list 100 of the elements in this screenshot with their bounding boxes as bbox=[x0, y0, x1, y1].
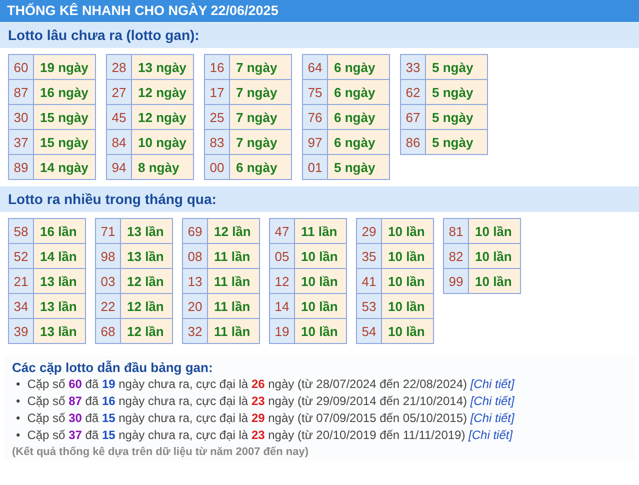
number-cell: 84 bbox=[106, 130, 132, 154]
count-cell: 10 lần bbox=[294, 318, 346, 344]
number-cell: 17 bbox=[204, 80, 230, 104]
details-link[interactable]: [Chi tiết] bbox=[470, 411, 514, 425]
number-cell: 86 bbox=[400, 130, 426, 154]
details-link[interactable]: [Chi tiết] bbox=[470, 377, 514, 391]
number-cell: 28 bbox=[106, 54, 132, 80]
count-cell: 12 ngày bbox=[132, 104, 194, 130]
number-cell: 47 bbox=[270, 218, 294, 244]
count-cell: 7 ngày bbox=[230, 80, 292, 104]
details-link[interactable]: [Chi tiết] bbox=[468, 428, 513, 442]
count-cell: 13 lần bbox=[34, 268, 86, 294]
number-cell: 68 bbox=[96, 318, 120, 344]
bullet: • bbox=[16, 376, 20, 393]
number-cell: 32 bbox=[182, 318, 208, 344]
number-cell: 16 bbox=[204, 54, 230, 80]
count-cell: 13 lần bbox=[120, 218, 172, 244]
number-cell: 45 bbox=[106, 104, 132, 130]
count-cell: 11 lần bbox=[208, 244, 260, 268]
leader-item: Cặp số 60 đã 19 ngày chưa ra, cực đại là 26 ngày (từ 28/07/2024 đến 22/08/2024) [Chi tiết] bbox=[27, 376, 514, 393]
count-cell: 12 lần bbox=[120, 318, 172, 344]
number-cell: 41 bbox=[356, 268, 382, 294]
count-cell: 6 ngày bbox=[328, 130, 390, 154]
leaders-heading: Các cặp lotto dẫn đầu bảng gan: bbox=[12, 360, 214, 375]
count-cell: 5 ngày bbox=[328, 154, 390, 180]
number-cell: 13 bbox=[182, 268, 208, 294]
count-cell: 5 ngày bbox=[426, 80, 488, 104]
count-cell: 19 ngày bbox=[34, 54, 96, 80]
number-cell: 54 bbox=[356, 318, 382, 344]
number-cell: 58 bbox=[8, 218, 34, 244]
count-cell: 13 ngày bbox=[132, 54, 194, 80]
number-cell: 39 bbox=[8, 318, 34, 344]
number-cell: 08 bbox=[182, 244, 208, 268]
count-cell: 12 ngày bbox=[132, 80, 194, 104]
count-cell: 5 ngày bbox=[426, 54, 488, 80]
number-cell: 03 bbox=[96, 268, 120, 294]
count-cell: 8 ngày bbox=[132, 154, 194, 180]
number-cell: 97 bbox=[302, 130, 328, 154]
count-cell: 7 ngày bbox=[230, 130, 292, 154]
number-cell: 00 bbox=[204, 154, 230, 180]
count-cell: 10 lần bbox=[382, 294, 434, 318]
page-title: THỐNG KÊ NHANH CHO NGÀY 22/06/2025 bbox=[0, 0, 639, 22]
number-cell: 19 bbox=[270, 318, 294, 344]
bullet: • bbox=[16, 427, 20, 444]
number-cell: 29 bbox=[356, 218, 382, 244]
number-cell: 82 bbox=[444, 244, 468, 268]
count-cell: 12 lần bbox=[208, 218, 260, 244]
leader-item: Cặp số 37 đã 15 ngày chưa ra, cực đại là 23 ngày (từ 20/10/2019 đến 11/11/2019) [Chi tiết] bbox=[27, 427, 513, 444]
count-cell: 13 lần bbox=[34, 318, 86, 344]
number-cell: 27 bbox=[106, 80, 132, 104]
count-cell: 10 lần bbox=[468, 218, 520, 244]
number-cell: 64 bbox=[302, 54, 328, 80]
count-cell: 10 ngày bbox=[132, 130, 194, 154]
count-cell: 11 lần bbox=[208, 268, 260, 294]
bullet: • bbox=[16, 393, 20, 410]
count-cell: 12 lần bbox=[120, 294, 172, 318]
count-cell: 6 ngày bbox=[328, 80, 390, 104]
number-cell: 60 bbox=[8, 54, 34, 80]
count-cell: 16 ngày bbox=[34, 80, 96, 104]
count-cell: 16 lần bbox=[34, 218, 86, 244]
number-cell: 12 bbox=[270, 268, 294, 294]
number-cell: 01 bbox=[302, 154, 328, 180]
number-cell: 94 bbox=[106, 154, 132, 180]
number-cell: 89 bbox=[8, 154, 34, 180]
count-cell: 10 lần bbox=[382, 268, 434, 294]
number-cell: 20 bbox=[182, 294, 208, 318]
count-cell: 11 lần bbox=[208, 318, 260, 344]
count-cell: 10 lần bbox=[468, 268, 520, 294]
number-cell: 14 bbox=[270, 294, 294, 318]
count-cell: 13 lần bbox=[120, 244, 172, 268]
count-cell: 10 lần bbox=[382, 318, 434, 344]
section-heading: Lotto lâu chưa ra (lotto gan): bbox=[0, 22, 639, 48]
count-cell: 10 lần bbox=[468, 244, 520, 268]
count-cell: 10 lần bbox=[294, 244, 346, 268]
count-cell: 6 ngày bbox=[328, 54, 390, 80]
details-link[interactable]: [Chi tiết] bbox=[470, 394, 514, 408]
number-cell: 83 bbox=[204, 130, 230, 154]
count-cell: 11 lần bbox=[294, 218, 346, 244]
count-cell: 6 ngày bbox=[230, 154, 292, 180]
section-heading: Lotto ra nhiều trong tháng qua: bbox=[0, 186, 639, 212]
number-cell: 71 bbox=[96, 218, 120, 244]
number-cell: 67 bbox=[400, 104, 426, 130]
footnote: (Kết quả thống kê dựa trên dữ liệu từ năm 2007 đến nay) bbox=[12, 446, 310, 458]
count-cell: 5 ngày bbox=[426, 130, 488, 154]
count-cell: 10 lần bbox=[382, 244, 434, 268]
number-cell: 34 bbox=[8, 294, 34, 318]
number-cell: 35 bbox=[356, 244, 382, 268]
leader-item: Cặp số 87 đã 16 ngày chưa ra, cực đại là 23 ngày (từ 29/09/2014 đến 21/10/2014) [Chi tiết] bbox=[27, 393, 514, 410]
number-cell: 76 bbox=[302, 104, 328, 130]
number-cell: 98 bbox=[96, 244, 120, 268]
number-cell: 52 bbox=[8, 244, 34, 268]
number-cell: 25 bbox=[204, 104, 230, 130]
number-cell: 69 bbox=[182, 218, 208, 244]
number-cell: 87 bbox=[8, 80, 34, 104]
number-cell: 05 bbox=[270, 244, 294, 268]
number-cell: 53 bbox=[356, 294, 382, 318]
count-cell: 13 lần bbox=[34, 294, 86, 318]
number-cell: 81 bbox=[444, 218, 468, 244]
count-cell: 10 lần bbox=[294, 268, 346, 294]
count-cell: 5 ngày bbox=[426, 104, 488, 130]
